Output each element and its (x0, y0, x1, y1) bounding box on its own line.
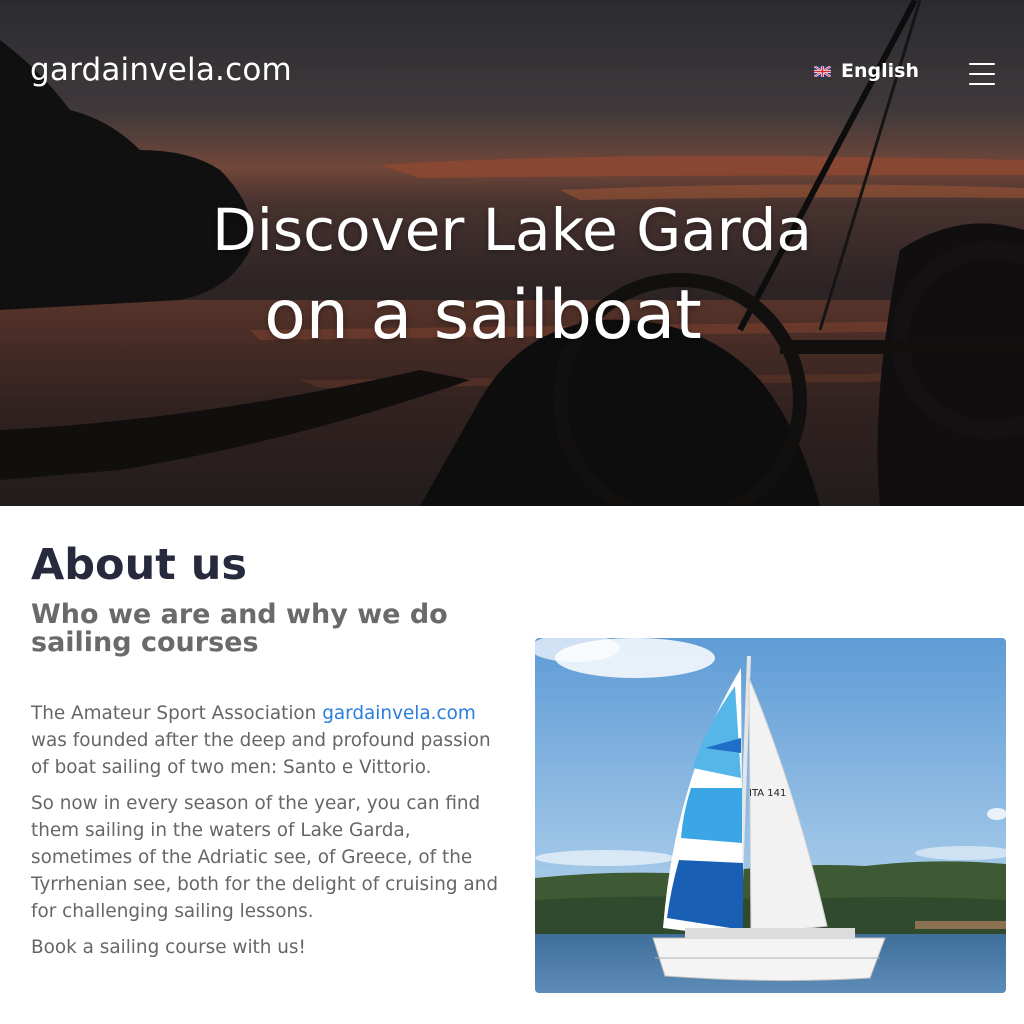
about-p1-end: was founded after the deep and profound … (31, 730, 491, 778)
language-selector[interactable]: English (814, 60, 919, 82)
about-text: The Amateur Sport Association gardainvel… (31, 700, 511, 970)
gardainvela-link[interactable]: gardainvela.com (322, 703, 476, 724)
hero-headline-line-1: Discover Lake Garda (212, 196, 812, 264)
hero-headline-line-2: on a sailboat (264, 276, 702, 355)
sail-number: ITA 141 (749, 788, 786, 799)
about-p1-start: The Amateur Sport Association (31, 703, 323, 724)
about-subheading: Who we are and why we do sailing courses (31, 599, 448, 658)
uk-flag-icon (814, 65, 831, 77)
about-paragraph-1: The Amateur Sport Association gardainvel… (31, 700, 511, 781)
about-heading: About us (31, 540, 247, 590)
hero-banner: gardainvela.com English Discover Lake Ga… (0, 0, 1024, 506)
about-paragraph-3: Book a sailing course with us! (31, 937, 306, 958)
about-paragraph-2: So now in every season of the year, you … (31, 793, 499, 922)
sailboat-photo: ITA 141 (535, 638, 1006, 993)
language-label: English (841, 60, 919, 82)
hamburger-menu-icon[interactable] (969, 63, 995, 85)
site-logo-link[interactable]: gardainvela.com (30, 52, 292, 88)
